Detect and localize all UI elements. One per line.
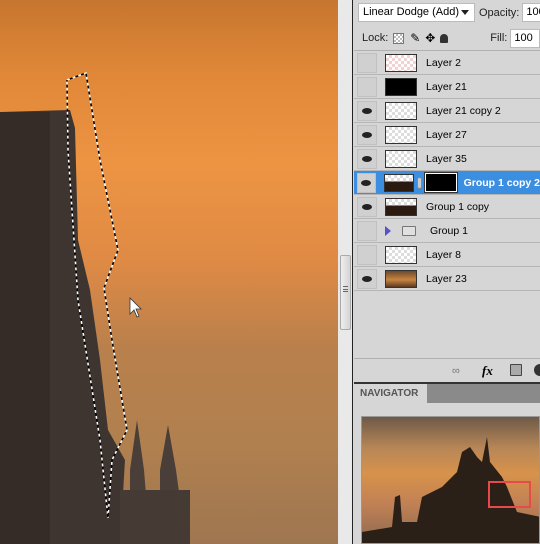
- blend-mode-select[interactable]: Linear Dodge (Add): [358, 3, 475, 22]
- eye-icon: [362, 107, 372, 114]
- layer-thumbnail: [385, 101, 417, 120]
- layer-name: Layer 21 copy 2: [426, 104, 501, 117]
- navigator-tab-bar: NAVIGATOR: [354, 382, 540, 404]
- canvas-artwork: [0, 71, 190, 544]
- layer-name: Layer 8: [426, 248, 462, 261]
- layer-name: Layer 23: [426, 272, 467, 285]
- layers-list: Layer 2 Layer 21 Layer 21 copy 2 Layer 2…: [354, 50, 540, 292]
- visibility-toggle[interactable]: [357, 76, 377, 97]
- group-row[interactable]: Group 1: [354, 219, 540, 243]
- layer-row[interactable]: Layer 21: [354, 75, 540, 99]
- tab-navigator[interactable]: NAVIGATOR: [354, 384, 427, 404]
- navigator-view-box[interactable]: [488, 481, 531, 508]
- opacity-label: Opacity:: [479, 6, 520, 19]
- expand-triangle-icon[interactable]: [385, 225, 391, 236]
- eye-icon: [362, 275, 372, 282]
- visibility-toggle[interactable]: [357, 268, 377, 289]
- layers-footer: ∞ fx: [354, 358, 540, 382]
- visibility-toggle[interactable]: [357, 196, 377, 217]
- add-mask-icon[interactable]: [510, 364, 522, 376]
- vertical-scrollbar[interactable]: [338, 0, 353, 544]
- opacity-input[interactable]: 100: [522, 3, 540, 22]
- visibility-toggle[interactable]: [357, 124, 377, 145]
- layer-mask-thumbnail[interactable]: [423, 172, 458, 193]
- lock-all-icon[interactable]: [440, 33, 449, 43]
- mouse-cursor-icon: [129, 297, 142, 318]
- layer-name: Layer 27: [426, 128, 467, 141]
- layer-thumbnail: [385, 149, 417, 168]
- layer-name: Layer 21: [426, 80, 467, 93]
- layer-name: Group 1 copy: [426, 200, 490, 213]
- layer-row[interactable]: Group 1 copy: [354, 195, 540, 219]
- layer-row[interactable]: Layer 27: [354, 123, 540, 147]
- lock-transparency-icon[interactable]: [393, 32, 405, 44]
- layer-row[interactable]: Layer 23: [354, 267, 540, 291]
- layer-row[interactable]: Layer 21 copy 2: [354, 99, 540, 123]
- chevron-down-icon: [461, 10, 469, 15]
- layer-name: Group 1 copy 2: [463, 176, 540, 189]
- visibility-toggle[interactable]: [357, 220, 377, 241]
- link-icon[interactable]: ∞: [452, 365, 460, 377]
- fill-input[interactable]: 100: [510, 28, 540, 48]
- layer-thumbnail: [385, 245, 417, 264]
- castle-wall-left: [0, 112, 50, 544]
- layer-thumbnail: [383, 173, 414, 192]
- eye-icon: [362, 131, 372, 138]
- folder-icon: [402, 225, 416, 236]
- lock-brush-icon[interactable]: ✎: [410, 31, 420, 45]
- visibility-toggle[interactable]: [357, 244, 377, 265]
- fill-label: Fill:: [490, 32, 508, 44]
- visibility-toggle[interactable]: [357, 172, 376, 193]
- visibility-toggle[interactable]: [357, 52, 377, 73]
- eye-icon: [362, 203, 372, 210]
- layers-panel: Linear Dodge (Add) Opacity: 100 Lock: ✎ …: [354, 0, 540, 544]
- lock-label: Lock:: [362, 32, 389, 44]
- layer-thumbnail: [385, 197, 417, 216]
- layer-name: Layer 2: [426, 56, 462, 69]
- visibility-toggle[interactable]: [357, 100, 377, 121]
- layer-name: Group 1: [430, 224, 468, 237]
- visibility-toggle[interactable]: [357, 148, 377, 169]
- layer-name: Layer 35: [426, 152, 467, 165]
- eye-icon: [361, 179, 372, 186]
- layer-row[interactable]: Layer 2: [354, 51, 540, 75]
- layer-thumbnail: [385, 125, 417, 144]
- document-canvas[interactable]: [0, 0, 338, 544]
- layer-row[interactable]: Layer 8: [354, 243, 540, 267]
- fx-button[interactable]: fx: [482, 363, 493, 379]
- layer-thumbnail: [385, 53, 417, 72]
- layer-thumbnail: [385, 269, 417, 288]
- layer-thumbnail: [385, 77, 417, 96]
- balcony: [120, 490, 190, 544]
- scrollbar-thumb[interactable]: [340, 255, 351, 330]
- layer-row[interactable]: Layer 35: [354, 147, 540, 171]
- eye-icon: [362, 155, 372, 162]
- mask-link-icon[interactable]: [416, 176, 422, 189]
- adjustment-layer-icon[interactable]: [534, 364, 540, 376]
- navigator-preview[interactable]: [361, 416, 540, 544]
- lock-move-icon[interactable]: ✥: [425, 31, 435, 45]
- layer-row-selected[interactable]: Group 1 copy 2: [354, 171, 540, 195]
